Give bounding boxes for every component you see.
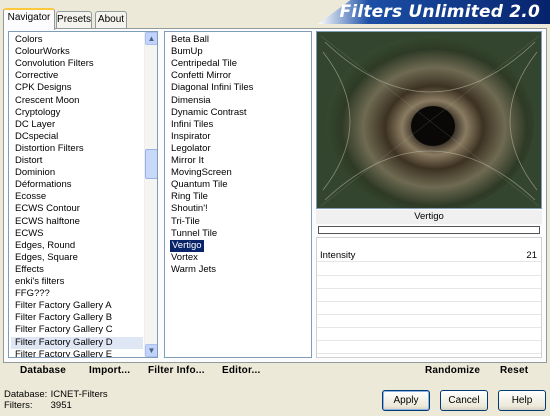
parameter-row [317,303,541,315]
filter-item[interactable]: Vertigo [170,239,204,252]
category-item[interactable]: DC Layer [15,119,55,131]
category-list[interactable]: Filter Factory Gallery E Filter Factory G… [8,31,158,358]
category-item[interactable]: ECWS [15,228,44,240]
parameter-list: Intensity 21 [316,237,542,358]
category-item[interactable]: Cryptology [15,107,60,119]
category-item[interactable]: Colors [15,34,42,46]
action-bar: Database Import... Filter Info... Editor… [3,363,547,378]
category-item[interactable]: ECWS halftone [15,216,80,228]
filters-count: 3951 [50,400,72,411]
category-item[interactable]: Déformations [15,179,72,191]
status-area: Database: ICNET-Filters Filters: 3951 [0,384,360,414]
filter-item[interactable]: Warm Jets [171,264,216,276]
cancel-button[interactable]: Cancel [440,390,488,411]
apply-button[interactable]: Apply [382,390,430,411]
category-item[interactable]: Convolution Filters [15,58,94,70]
category-item[interactable]: Edges, Square [15,252,78,264]
filter-item[interactable]: Legolator [171,143,211,155]
filter-item[interactable]: Confetti Mirror [171,70,231,82]
filter-item[interactable]: Quantum Tile [171,179,228,191]
category-item[interactable]: ColourWorks [15,46,70,58]
category-item[interactable]: FFG??? [15,288,50,300]
randomize-button[interactable]: Randomize [425,364,480,377]
filter-item[interactable]: BumUp [171,46,203,58]
filter-item[interactable]: Ring Tile [171,191,208,203]
category-item[interactable]: Crescent Moon [15,95,79,107]
category-item[interactable]: enki's filters [15,276,64,288]
chevron-up-icon[interactable]: ▲ [145,32,157,45]
category-item[interactable]: Distort [15,155,42,167]
tab-presets[interactable]: Presets [56,11,92,28]
filter-item[interactable]: Vortex [171,252,198,264]
category-item[interactable]: Edges, Round [15,240,75,252]
category-item[interactable]: CPK Designs [15,82,72,94]
parameter-row [317,316,541,328]
parameter-row [317,342,541,354]
tab-bar: Navigator Presets About Filters Unlimite… [0,0,550,30]
filter-item[interactable]: Shoutin'! [171,203,208,215]
filter-item[interactable]: Dimensia [171,95,211,107]
filter-item[interactable]: Centripedal Tile [171,58,237,70]
category-item[interactable]: Effects [15,264,44,276]
category-item[interactable]: ECWS Contour [15,203,80,215]
parameter-row [317,290,541,302]
parameter-value[interactable]: 21 [526,250,537,262]
category-scrollbar[interactable]: ▲ ▼ [144,32,157,357]
filter-item[interactable]: Infini Tiles [171,119,213,131]
tab-navigator[interactable]: Navigator [3,8,55,30]
brand-title: Filters Unlimited 2.0 [339,2,540,22]
filter-item[interactable]: Beta Ball [171,34,209,46]
help-button[interactable]: Help [498,390,546,411]
filter-info-button[interactable]: Filter Info... [148,364,205,377]
category-item[interactable]: Filter Factory Gallery D [11,336,143,349]
progress-bar [318,226,540,234]
database-button[interactable]: Database [20,364,66,377]
parameter-row[interactable]: Intensity 21 [317,250,541,262]
category-item[interactable]: Ecosse [15,191,46,203]
preview-image [316,31,542,209]
parameter-row [317,329,541,341]
import-button[interactable]: Import... [89,364,130,377]
filter-item[interactable]: MovingScreen [171,167,232,179]
filter-list[interactable]: Beta Ball BumUp Centripedal Tile Confetti M… [164,31,312,358]
parameter-row [317,277,541,289]
scrollbar-thumb[interactable] [145,149,157,179]
category-item[interactable]: Filter Factory Gallery C [15,324,113,336]
category-item[interactable]: Filter Factory Gallery E [15,349,112,357]
parameter-row [317,264,541,276]
filter-item[interactable]: Diagonal Infini Tiles [171,82,253,94]
filters-label: Filters: [4,400,33,411]
editor-button[interactable]: Editor... [222,364,260,377]
category-item[interactable]: DCspecial [15,131,58,143]
chevron-down-icon[interactable]: ▼ [145,344,157,357]
filter-item[interactable]: Tunnel Tile [171,228,217,240]
category-item[interactable]: Distortion Filters [15,143,84,155]
reset-button[interactable]: Reset [500,364,528,377]
filter-item[interactable]: Inspirator [171,131,211,143]
database-value: ICNET-Filters [50,389,108,400]
filter-item[interactable]: Dynamic Contrast [171,107,247,119]
category-item[interactable]: Corrective [15,70,58,82]
category-item[interactable]: Dominion [15,167,55,179]
category-item[interactable]: Filter Factory Gallery A [15,300,112,312]
parameter-label: Intensity [320,250,356,261]
tab-about[interactable]: About [95,11,127,28]
preview-filter-name: Vertigo [316,210,542,224]
filter-item[interactable]: Tri-Tile [171,216,200,228]
filter-item[interactable]: Mirror It [171,155,204,167]
database-label: Database: [4,389,48,400]
category-item[interactable]: Filter Factory Gallery B [15,312,112,324]
